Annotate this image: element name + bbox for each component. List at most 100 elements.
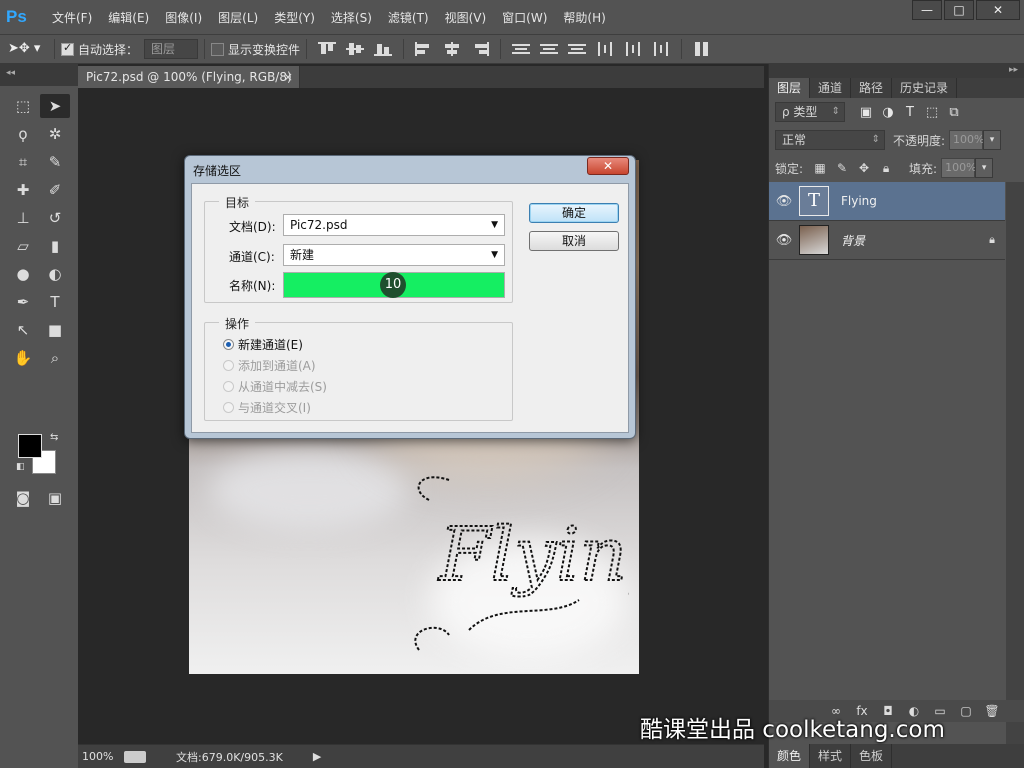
tab-color[interactable]: 颜色 xyxy=(769,744,811,768)
delete-layer-icon[interactable]: 🗑︎ xyxy=(979,704,1005,718)
rectangle-tool-icon[interactable]: ■ xyxy=(40,318,70,342)
tab-channels[interactable]: 通道 xyxy=(810,78,852,98)
tab-paths[interactable]: 路径 xyxy=(851,78,893,98)
screen-mode-icon[interactable]: ▣ xyxy=(40,486,70,510)
align-horizontal-center-icon[interactable] xyxy=(443,42,461,56)
panel-collapse-icon[interactable]: ▸▸ xyxy=(769,64,1024,78)
proof-icon[interactable] xyxy=(124,750,146,763)
layers-scrollbar[interactable] xyxy=(1006,182,1024,762)
opacity-input[interactable]: 100% xyxy=(949,130,985,150)
tab-styles[interactable]: 样式 xyxy=(810,744,852,768)
auto-select-target-dropdown[interactable]: 图层 xyxy=(144,39,199,59)
smart-object-filter-icon[interactable]: ⧉ xyxy=(943,105,965,120)
layer-name[interactable]: Flying xyxy=(841,194,1005,208)
align-top-icon[interactable] xyxy=(318,42,337,56)
new-layer-icon[interactable]: ▢ xyxy=(953,704,979,718)
show-transform-checkbox[interactable]: 显示变换控件 xyxy=(211,41,300,58)
adjustment-filter-icon[interactable]: ◑ xyxy=(877,105,899,120)
align-right-icon[interactable] xyxy=(471,42,490,56)
distribute-right-icon[interactable] xyxy=(652,42,670,56)
layer-row-flying[interactable]: 👁︎ T Flying xyxy=(769,182,1005,221)
distribute-left-icon[interactable] xyxy=(596,42,614,56)
radio-new-channel[interactable]: 新建通道(E) xyxy=(223,336,303,353)
tab-history[interactable]: 历史记录 xyxy=(892,78,958,98)
quick-mask-icon[interactable]: ◙ xyxy=(8,486,38,510)
shape-filter-icon[interactable]: ⬚ xyxy=(921,105,943,120)
visibility-eye-icon[interactable]: 👁︎ xyxy=(769,194,799,209)
lock-transparent-icon[interactable]: ▦ xyxy=(809,161,831,176)
dialog-close-button[interactable]: ✕ xyxy=(587,157,629,175)
marquee-tool-icon[interactable]: ⬚ xyxy=(8,94,38,118)
blend-mode-dropdown[interactable]: 正常 ⇕ xyxy=(775,130,885,150)
distribute-bottom-icon[interactable] xyxy=(568,42,587,56)
move-tool-preset-icon[interactable]: ➤✥ ▾ xyxy=(8,38,48,60)
menu-edit[interactable]: 编辑(E) xyxy=(100,9,157,26)
opacity-dropdown-icon[interactable]: ▾ xyxy=(983,130,1002,150)
lock-position-icon[interactable]: ✥ xyxy=(853,161,875,176)
swap-colors-icon[interactable]: ⇆ xyxy=(50,432,58,443)
close-button[interactable]: ✕ xyxy=(976,0,1020,20)
type-filter-icon[interactable]: T xyxy=(899,105,921,120)
type-tool-icon[interactable]: T xyxy=(40,290,70,314)
fill-dropdown-icon[interactable]: ▾ xyxy=(975,158,994,178)
menu-layer[interactable]: 图层(L) xyxy=(210,9,266,26)
distribute-horizontal-center-icon[interactable] xyxy=(624,42,642,56)
magic-wand-tool-icon[interactable]: ✲ xyxy=(40,122,70,146)
maximize-button[interactable]: □ xyxy=(944,0,974,20)
minimize-button[interactable]: — xyxy=(912,0,942,20)
lock-all-icon[interactable]: 🔒︎ xyxy=(875,161,897,176)
channel-dropdown[interactable]: 新建 ▼ xyxy=(283,244,505,266)
zoom-level[interactable]: 100% xyxy=(78,750,124,763)
visibility-eye-icon[interactable]: 👁︎ xyxy=(769,233,799,248)
distribute-top-icon[interactable] xyxy=(512,42,531,56)
default-colors-icon[interactable]: ◧ xyxy=(16,462,25,472)
blur-tool-icon[interactable]: ● xyxy=(8,262,38,286)
pen-tool-icon[interactable]: ✒ xyxy=(8,290,38,314)
foreground-color-swatch[interactable] xyxy=(18,434,42,458)
layer-row-background[interactable]: 👁︎ 背景 🔒︎ xyxy=(769,221,1005,260)
brush-tool-icon[interactable]: ✐ xyxy=(40,178,70,202)
healing-brush-tool-icon[interactable]: ✚ xyxy=(8,178,38,202)
zoom-tool-icon[interactable]: ⌕ xyxy=(40,346,70,370)
menu-type[interactable]: 类型(Y) xyxy=(266,9,323,26)
distribute-vertical-center-icon[interactable] xyxy=(540,42,559,56)
cancel-button[interactable]: 取消 xyxy=(529,231,619,251)
menu-help[interactable]: 帮助(H) xyxy=(555,9,613,26)
fill-input[interactable]: 100% xyxy=(941,158,977,178)
pixel-filter-icon[interactable]: ▣ xyxy=(855,105,877,120)
align-left-icon[interactable] xyxy=(415,42,433,56)
menu-file[interactable]: 文件(F) xyxy=(44,9,100,26)
menu-view[interactable]: 视图(V) xyxy=(437,9,495,26)
menu-window[interactable]: 窗口(W) xyxy=(494,9,555,26)
tab-swatches[interactable]: 色板 xyxy=(851,744,893,768)
menu-image[interactable]: 图像(I) xyxy=(157,9,210,26)
lasso-tool-icon[interactable]: ϙ xyxy=(8,122,38,146)
status-menu-arrow-icon[interactable]: ▶ xyxy=(313,750,321,763)
gradient-tool-icon[interactable]: ▮ xyxy=(40,234,70,258)
hand-tool-icon[interactable]: ✋ xyxy=(8,346,38,370)
dodge-tool-icon[interactable]: ◐ xyxy=(40,262,70,286)
close-tab-icon[interactable]: × xyxy=(283,66,293,88)
clone-stamp-tool-icon[interactable]: ⊥ xyxy=(8,206,38,230)
auto-align-icon[interactable] xyxy=(693,42,711,56)
eyedropper-tool-icon[interactable]: ✎ xyxy=(40,150,70,174)
align-bottom-icon[interactable] xyxy=(374,42,393,56)
lock-pixels-icon[interactable]: ✎ xyxy=(831,161,853,176)
layer-name[interactable]: 背景 xyxy=(841,232,979,249)
auto-select-checkbox[interactable]: 自动选择： xyxy=(61,41,138,58)
align-vertical-center-icon[interactable] xyxy=(346,42,365,56)
crop-tool-icon[interactable]: ⌗ xyxy=(8,150,38,174)
path-selection-tool-icon[interactable]: ↖ xyxy=(8,318,38,342)
panel-collapse-icon[interactable]: ◂◂ xyxy=(0,64,78,86)
document-dropdown[interactable]: Pic72.psd ▼ xyxy=(283,214,505,236)
layer-filter-dropdown[interactable]: ρ 类型 ⇕ xyxy=(775,102,845,122)
history-brush-tool-icon[interactable]: ↺ xyxy=(40,206,70,230)
eraser-tool-icon[interactable]: ▱ xyxy=(8,234,38,258)
menu-select[interactable]: 选择(S) xyxy=(323,9,380,26)
move-tool-icon[interactable]: ➤ xyxy=(40,94,70,118)
document-tab[interactable]: Pic72.psd @ 100% (Flying, RGB/8) * × xyxy=(78,66,300,106)
ok-button[interactable]: 确定 xyxy=(529,203,619,223)
menu-filter[interactable]: 滤镜(T) xyxy=(380,9,437,26)
tab-layers[interactable]: 图层 xyxy=(769,78,811,98)
radio-intersect-with-channel: 与通道交叉(I) xyxy=(223,399,311,416)
